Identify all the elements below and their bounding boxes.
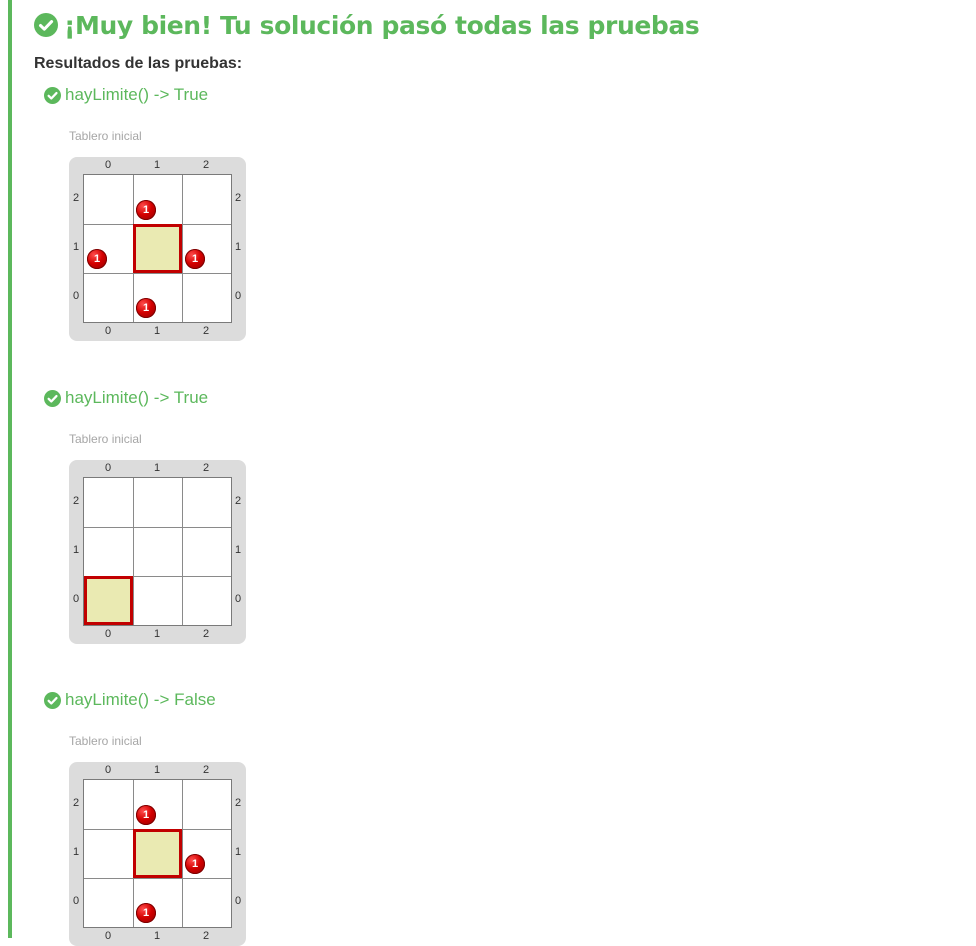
board-column-label: 2	[202, 930, 210, 942]
board-row-label: 1	[72, 241, 80, 253]
results-heading: Resultados de las pruebas:	[34, 55, 243, 72]
board-row-label: 1	[234, 846, 242, 858]
test-case-header: hayLimite() -> True	[44, 387, 208, 409]
red-ball-icon: 1	[185, 854, 205, 874]
board-head-cell	[133, 224, 182, 273]
board-row-label: 2	[234, 192, 242, 204]
board-row-label: 1	[72, 846, 80, 858]
board-column-label: 0	[104, 764, 112, 776]
board: 0011222211001111	[69, 157, 246, 341]
grid-line	[84, 878, 231, 879]
board-column-label: 1	[153, 325, 161, 337]
board-head-cell	[133, 829, 182, 878]
grid-line	[84, 273, 231, 274]
board-column-label: 1	[153, 764, 161, 776]
board-column-label: 1	[153, 930, 161, 942]
board-column-label: 1	[153, 628, 161, 640]
grid-line	[133, 478, 134, 625]
board-column-label: 2	[202, 628, 210, 640]
test-case-title: hayLimite() -> True	[65, 388, 209, 407]
board-head-cell	[84, 576, 133, 625]
board-row-label: 0	[72, 895, 80, 907]
result-header: ¡Muy bien! Tu solución pasó todas las pr…	[34, 8, 700, 42]
check-circle-icon	[44, 691, 61, 709]
board-column-label: 1	[153, 159, 161, 171]
check-circle-icon	[44, 389, 61, 407]
board-column-label: 0	[104, 325, 112, 337]
red-ball-icon: 1	[185, 249, 205, 269]
board-column-label: 2	[202, 764, 210, 776]
board-column-label: 0	[104, 930, 112, 942]
test-case-title: hayLimite() -> False	[65, 690, 216, 709]
board-row-label: 0	[72, 593, 80, 605]
board-row-label: 1	[72, 544, 80, 556]
board-row-label: 0	[72, 290, 80, 302]
board-grid: 1 1 1	[83, 779, 232, 928]
board-row-label: 2	[72, 797, 80, 809]
check-circle-icon	[44, 86, 61, 104]
grid-line	[182, 780, 183, 927]
board-row-label: 2	[234, 495, 242, 507]
board-row-label: 1	[234, 241, 242, 253]
result-title: ¡Muy bien! Tu solución pasó todas las pr…	[64, 10, 700, 40]
red-ball-icon: 1	[87, 249, 107, 269]
board-grid	[83, 477, 232, 626]
board-caption: Tablero inicial	[69, 734, 142, 748]
board-row-label: 2	[72, 192, 80, 204]
check-circle-icon	[34, 13, 58, 37]
test-case-header: hayLimite() -> True	[44, 84, 208, 106]
board-column-label: 2	[202, 325, 210, 337]
board-column-label: 2	[202, 159, 210, 171]
grid-line	[182, 478, 183, 625]
red-ball-icon: 1	[136, 903, 156, 923]
test-case-title: hayLimite() -> True	[65, 85, 209, 104]
board-column-label: 2	[202, 462, 210, 474]
board-row-label: 2	[234, 797, 242, 809]
board-column-label: 0	[104, 628, 112, 640]
board-caption: Tablero inicial	[69, 432, 142, 446]
board-row-label: 0	[234, 290, 242, 302]
board-grid: 1 1 1 1	[83, 174, 232, 323]
grid-line	[182, 175, 183, 322]
board-row-label: 2	[72, 495, 80, 507]
board-caption: Tablero inicial	[69, 129, 142, 143]
red-ball-icon: 1	[136, 298, 156, 318]
board-column-label: 1	[153, 462, 161, 474]
board-row-label: 0	[234, 593, 242, 605]
board-column-label: 0	[104, 462, 112, 474]
board-column-label: 0	[104, 159, 112, 171]
red-ball-icon: 1	[136, 200, 156, 220]
board-row-label: 1	[234, 544, 242, 556]
test-case-header: hayLimite() -> False	[44, 689, 216, 711]
board: 0 0 1 1 2 2 2 2 1 1 0 0	[69, 460, 246, 644]
result-accent-bar	[8, 0, 12, 938]
grid-line	[84, 527, 231, 528]
board-row-label: 0	[234, 895, 242, 907]
red-ball-icon: 1	[136, 805, 156, 825]
board: 0 0 1 1 2 2 2 2 1 1 0 0 1 1 1	[69, 762, 246, 946]
